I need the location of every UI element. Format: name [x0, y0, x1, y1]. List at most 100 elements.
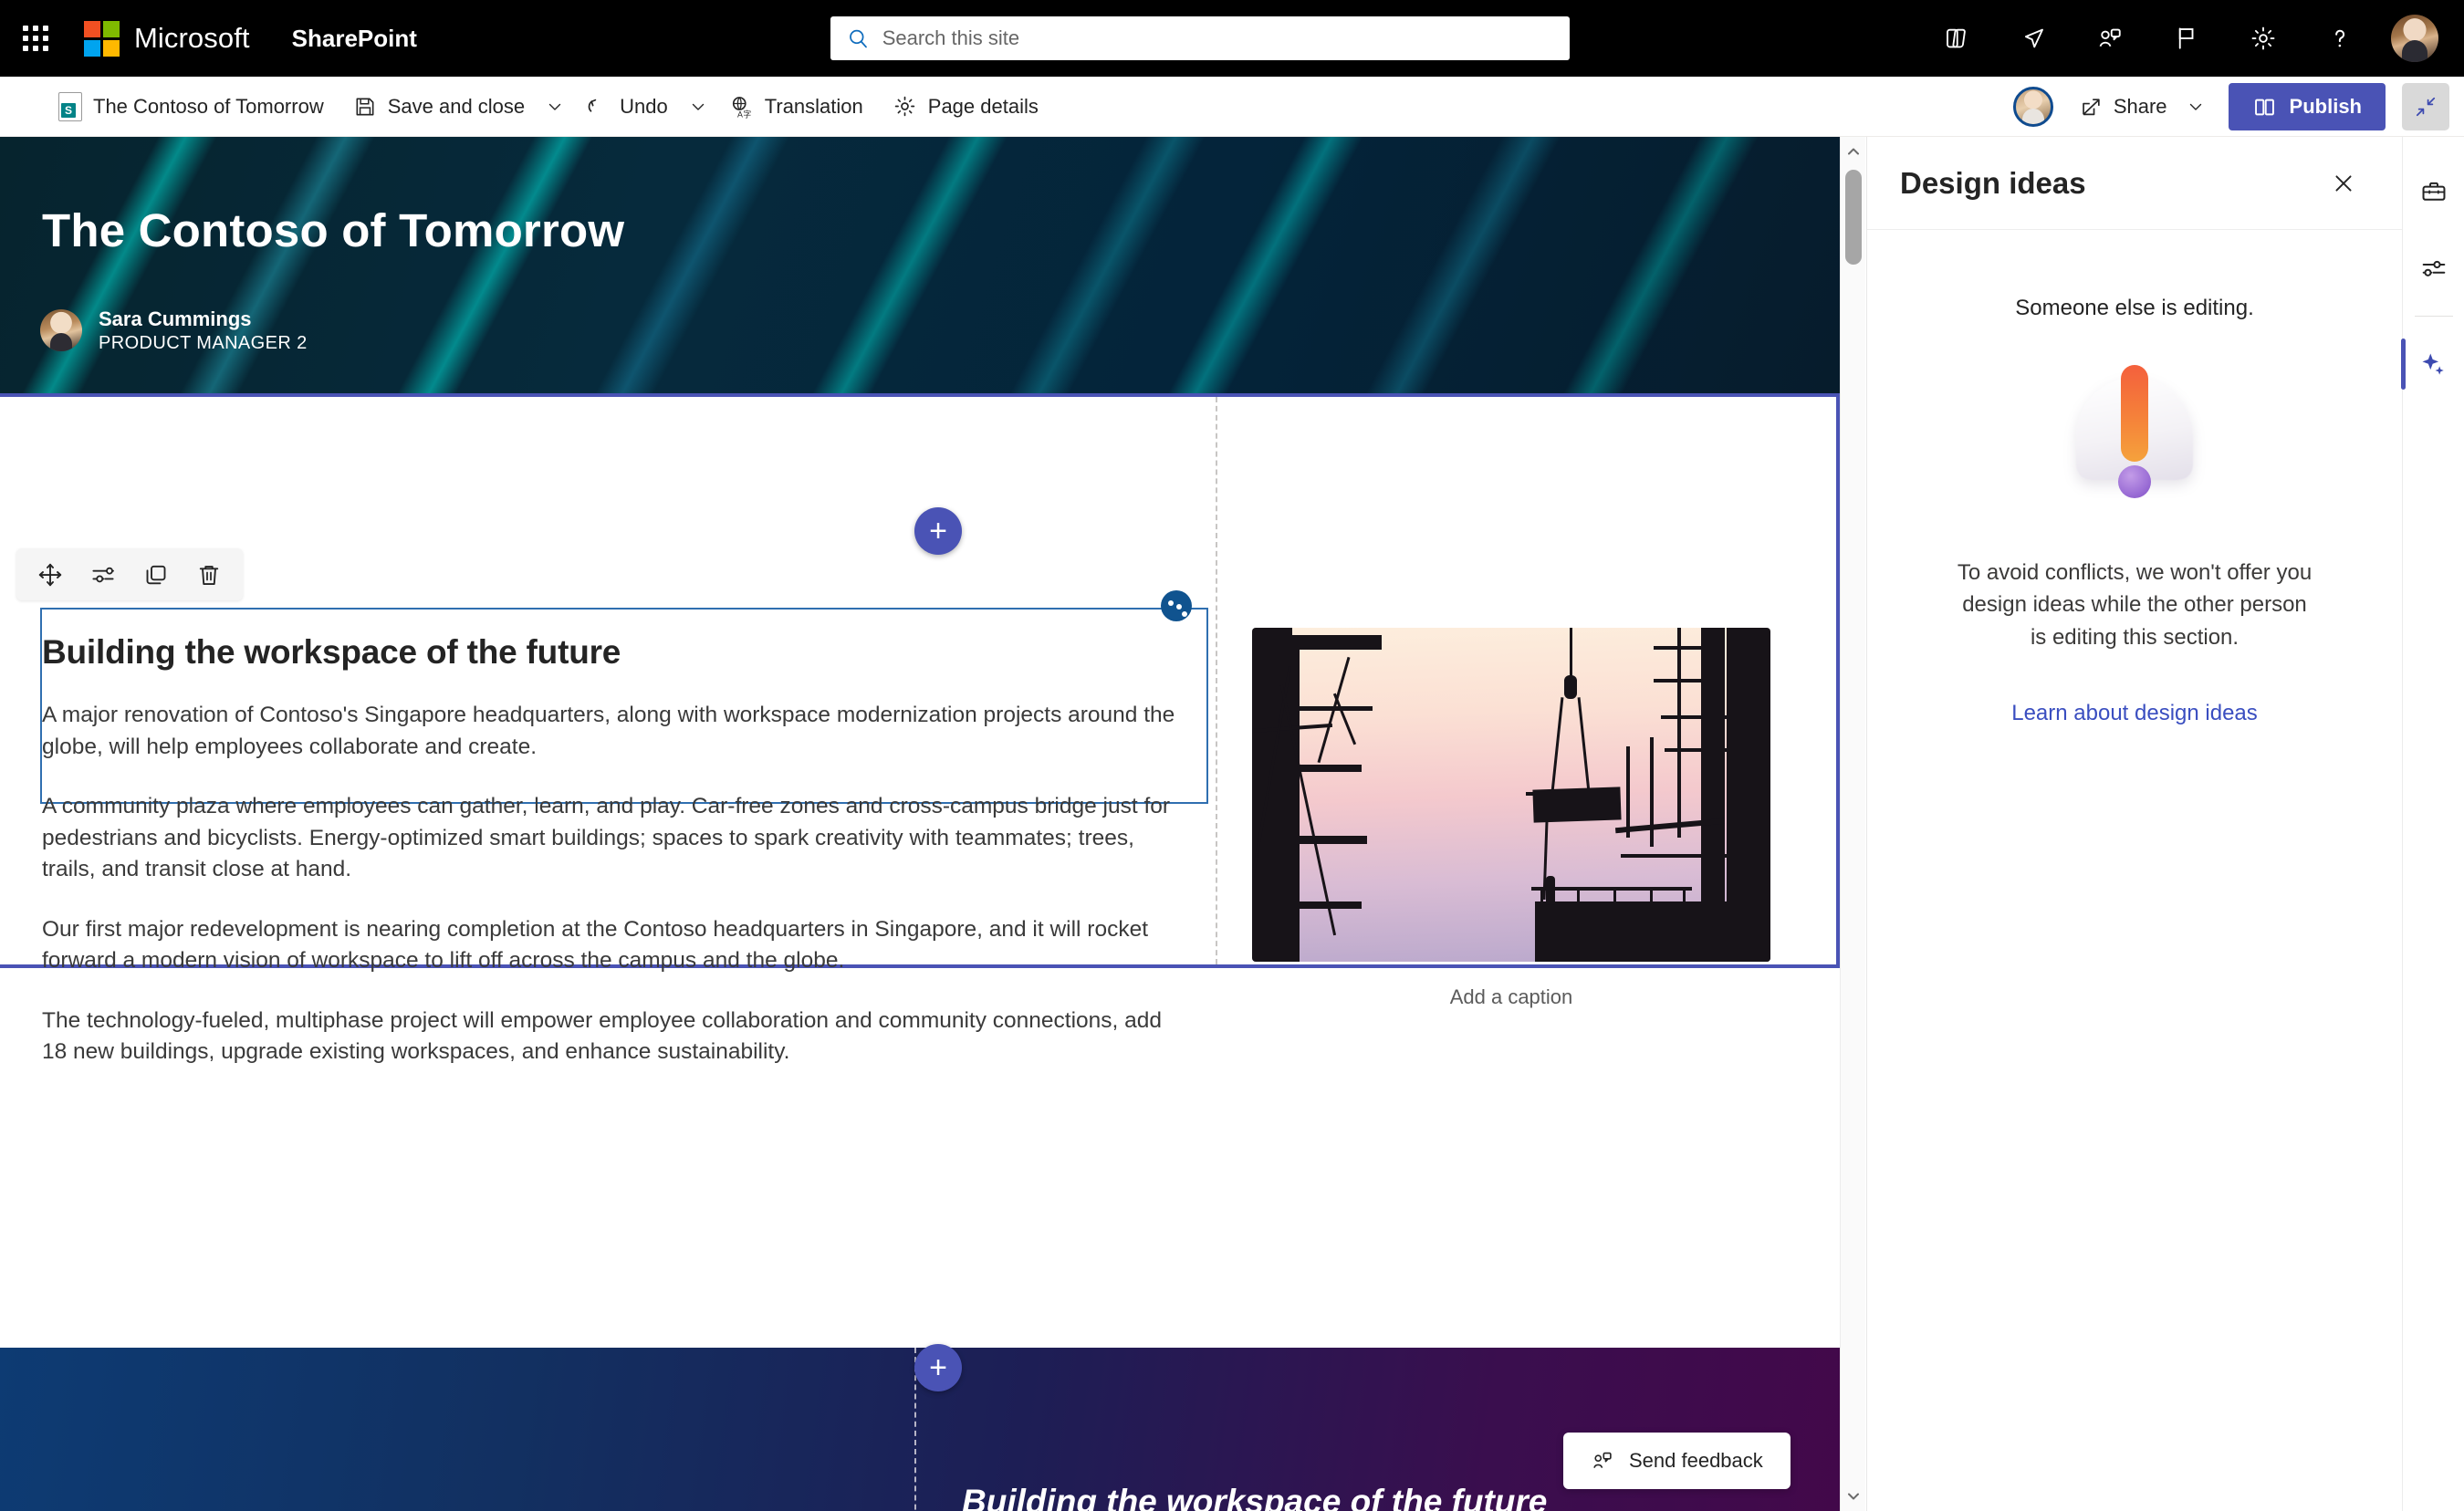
- image-caption-placeholder[interactable]: Add a caption: [1252, 985, 1770, 1009]
- svg-text:字: 字: [743, 109, 751, 119]
- waffle-icon: [23, 26, 48, 51]
- page-settings-icon: [2419, 254, 2446, 276]
- command-bar: The Contoso of Tomorrow Save and close U…: [0, 77, 2464, 137]
- chevron-up-icon: [1848, 148, 1859, 155]
- gear-icon: [2251, 26, 2275, 50]
- share-label: Share: [2113, 95, 2167, 118]
- send-feedback-button[interactable]: Send feedback: [1563, 1433, 1791, 1489]
- design-ideas-title: Design ideas: [1900, 165, 2086, 200]
- suite-bar: Microsoft SharePoint: [0, 0, 2464, 77]
- publish-label: Publish: [2289, 95, 2362, 118]
- add-section-button-top[interactable]: +: [914, 507, 962, 555]
- collapse-ribbon-button[interactable]: [2402, 83, 2449, 130]
- svg-text:A: A: [737, 109, 743, 119]
- scrollbar-thumb[interactable]: [1845, 170, 1862, 265]
- column-divider: [1216, 397, 1217, 964]
- image-webpart[interactable]: Add a caption: [1252, 628, 1770, 1009]
- chevron-down-icon: [692, 103, 704, 110]
- scroll-up-button[interactable]: [1841, 139, 1866, 164]
- microsoft-wordmark: Microsoft: [134, 22, 250, 54]
- move-webpart-icon: [38, 563, 62, 586]
- diagnostics-button[interactable]: [2148, 0, 2225, 77]
- undo-options-caret[interactable]: [683, 77, 714, 137]
- chevron-down-icon: [1848, 1493, 1859, 1500]
- send-feedback-label: Send feedback: [1629, 1449, 1763, 1472]
- undo-icon: [588, 99, 597, 112]
- sharepoint-page-icon: [58, 91, 82, 121]
- page-title: The Contoso of Tomorrow: [42, 204, 625, 256]
- save-and-close-button[interactable]: Save and close: [339, 77, 539, 137]
- page-name-button[interactable]: The Contoso of Tomorrow: [44, 77, 339, 137]
- page-details-button[interactable]: Page details: [878, 77, 1053, 137]
- search-box[interactable]: [830, 16, 1570, 60]
- duplicate-webpart-button[interactable]: [130, 551, 183, 599]
- undo-button[interactable]: Undo: [570, 77, 683, 137]
- settings-button[interactable]: [2225, 0, 2302, 77]
- design-ideas-description: To avoid conflicts, we won't offer you d…: [1957, 560, 2313, 650]
- scroll-down-button[interactable]: [1841, 1484, 1866, 1509]
- move-webpart-button[interactable]: [24, 551, 77, 599]
- translation-label: Translation: [764, 94, 863, 118]
- edit-webpart-button[interactable]: [77, 551, 130, 599]
- right-rail: [2401, 137, 2464, 1511]
- app-name-sharepoint[interactable]: SharePoint: [292, 25, 417, 53]
- collapse-diagonal-icon: [2416, 97, 2436, 117]
- search-icon: [850, 29, 867, 48]
- exclamation-bar-icon: [2121, 365, 2148, 462]
- app-launcher-button[interactable]: [0, 0, 71, 77]
- command-bar-actions: Share Publish: [2012, 77, 2449, 137]
- account-avatar[interactable]: [2391, 15, 2438, 62]
- megaphone-icon: [2024, 28, 2043, 48]
- learn-about-design-ideas-link[interactable]: Learn about design ideas: [1867, 701, 2402, 726]
- save-icon: [356, 98, 374, 115]
- text-webpart-heading: Building the workspace of the future: [42, 633, 621, 671]
- byline: Sara Cummings PRODUCT MANAGER 2: [40, 307, 308, 355]
- translation-button[interactable]: A 字 Translation: [714, 77, 878, 137]
- search-input[interactable]: [882, 26, 1553, 50]
- rail-item-page-settings[interactable]: [2403, 230, 2464, 307]
- page-name-label: The Contoso of Tomorrow: [93, 94, 324, 118]
- design-ideas-status: Someone else is editing.: [2015, 296, 2254, 320]
- edit-webpart-icon: [92, 567, 114, 582]
- canvas-scrollbar[interactable]: [1840, 137, 1865, 1511]
- help-button[interactable]: [2302, 0, 2378, 77]
- coauthor-avatar[interactable]: [2012, 87, 2053, 127]
- suite-actions: [1918, 0, 2451, 77]
- close-icon: [2335, 174, 2352, 192]
- rail-item-toolbox[interactable]: [2403, 153, 2464, 230]
- delete-webpart-button[interactable]: [183, 551, 235, 599]
- feedback-button[interactable]: [2072, 0, 2148, 77]
- bell-alert-illustration: [2052, 363, 2217, 509]
- section-two-heading: Building the workspace of the future: [962, 1483, 1548, 1511]
- microsoft-logo-icon: [84, 20, 120, 57]
- text-webpart-paragraph: A major renovation of Contoso's Singapor…: [42, 703, 1175, 759]
- save-options-caret[interactable]: [539, 77, 570, 137]
- text-webpart[interactable]: Building the workspace of the future A m…: [42, 611, 1192, 1068]
- author-name: Sara Cummings: [99, 307, 252, 330]
- chevron-down-icon: [548, 103, 561, 110]
- construction-photo: [1252, 628, 1770, 962]
- flag-icon: [2178, 27, 2194, 49]
- rail-item-design-ideas[interactable]: [2401, 326, 2464, 402]
- webpart-toolbar: [16, 548, 243, 600]
- author-avatar: [40, 309, 82, 352]
- publish-pages-icon: [2254, 99, 2274, 115]
- publish-button[interactable]: Publish: [2228, 83, 2386, 130]
- design-ideas-close-button[interactable]: [2323, 163, 2364, 203]
- add-section-button-bottom[interactable]: +: [914, 1344, 962, 1391]
- author-role: PRODUCT MANAGER 2: [99, 332, 308, 353]
- design-ideas-panel-header: Design ideas: [1867, 137, 2402, 230]
- text-webpart-paragraph: A community plaza where employees can ga…: [42, 794, 1171, 882]
- hero-banner[interactable]: The Contoso of Tomorrow Sara Cummings PR…: [0, 137, 1840, 393]
- coediting-presence-badge[interactable]: [1161, 590, 1192, 621]
- share-icon: [2083, 98, 2100, 115]
- text-webpart-paragraph: The technology-fueled, multiphase projec…: [42, 1007, 1163, 1065]
- share-button[interactable]: Share: [2068, 83, 2216, 130]
- design-ideas-panel: Design ideas Someone else is editing. To…: [1866, 137, 2402, 1511]
- announcements-button[interactable]: [1995, 0, 2072, 77]
- flip-device-button[interactable]: [1918, 0, 1995, 77]
- gear-icon: [894, 96, 915, 117]
- flip-device-icon: [1947, 28, 1966, 48]
- chevron-down-icon: [2189, 103, 2201, 110]
- microsoft-logo-link[interactable]: Microsoft: [71, 20, 250, 57]
